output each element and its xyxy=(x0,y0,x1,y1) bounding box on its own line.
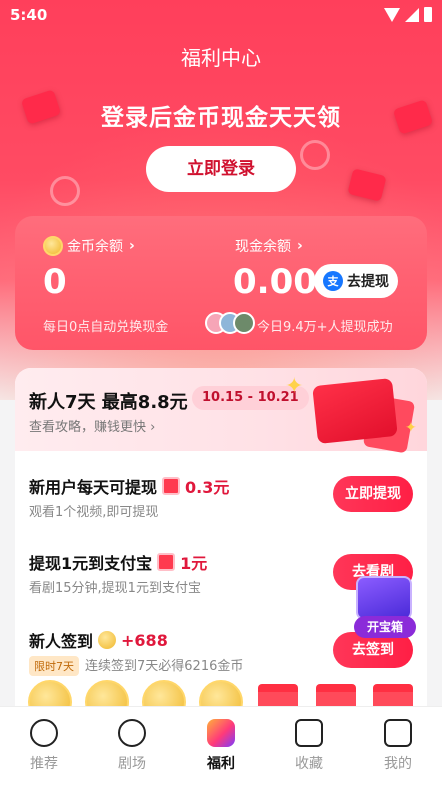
coin-balance-link[interactable]: 金币余额 › xyxy=(43,236,135,256)
bottom-tab-bar: 推荐 剧场 福利 收藏 我的 xyxy=(0,706,442,785)
coin-decoration-icon xyxy=(300,140,330,170)
task-reward: +688 xyxy=(121,630,168,650)
chevron-right-icon: › xyxy=(129,238,135,254)
tab-favorites[interactable]: 收藏 xyxy=(274,719,344,773)
coin-balance-value: 0 xyxy=(43,262,67,302)
avatar xyxy=(233,312,255,334)
coin-balance-label: 金币余额 xyxy=(67,239,123,255)
alipay-icon: 支 xyxy=(323,271,343,291)
task-title-text: 新人签到 xyxy=(29,632,94,651)
red-envelope-icon xyxy=(312,377,398,445)
chevron-right-icon: › xyxy=(297,238,303,254)
coin-decoration-icon xyxy=(50,176,80,206)
tab-recommend[interactable]: 推荐 xyxy=(9,719,79,773)
tab-theater[interactable]: 剧场 xyxy=(97,719,167,773)
sparkle-icon: ✦ xyxy=(285,374,304,399)
wifi-icon xyxy=(384,7,400,22)
page-title: 福利中心 xyxy=(181,46,261,70)
cash-balance-label: 现金余额 xyxy=(235,239,291,255)
status-icons xyxy=(384,7,432,22)
red-envelope-icon xyxy=(162,477,181,495)
signal-icon xyxy=(405,7,419,22)
planet-icon xyxy=(30,719,58,747)
sparkle-icon: ✦ xyxy=(405,420,417,436)
profile-icon xyxy=(384,719,412,747)
tab-welfare[interactable]: 福利 xyxy=(186,719,256,773)
treasure-chest-button[interactable]: 开宝箱 xyxy=(354,576,416,640)
gold-coin-icon xyxy=(43,236,63,256)
task-desc: 观看1个视频,即可提现 xyxy=(29,505,159,520)
gold-coin-icon xyxy=(98,631,117,649)
hero-headline: 登录后金币现金天天领 xyxy=(101,105,341,131)
tab-label: 我的 xyxy=(384,756,412,772)
task-title-text: 提现1元到支付宝 xyxy=(29,554,153,573)
red-envelope-icon xyxy=(157,553,176,571)
welfare-icon xyxy=(207,719,235,747)
balance-card: 金币余额 › 0 每日0点自动兑换现金 现金余额 › 0.00 支 去提现 今日… xyxy=(15,216,427,350)
task-title-text: 新用户每天可提现 xyxy=(29,478,158,497)
treasure-chest-label: 开宝箱 xyxy=(354,616,416,638)
login-button[interactable]: 立即登录 xyxy=(146,146,296,192)
bookmark-icon xyxy=(295,719,323,747)
withdraw-button[interactable]: 支 去提现 xyxy=(314,264,398,298)
newbie-banner[interactable]: 新人7天 最高8.8元 10.15 - 10.21 查看攻略，赚钱更快 › ✦ … xyxy=(15,368,427,454)
withdraw-button-label: 去提现 xyxy=(347,274,389,290)
status-time: 5:40 xyxy=(10,6,48,24)
limited-time-tag: 限时7天 xyxy=(29,656,79,676)
task-title: 新人签到 +688 xyxy=(29,628,168,652)
film-reel-icon xyxy=(118,719,146,747)
status-bar: 5:40 xyxy=(0,0,442,30)
task-desc: 看剧15分钟,提现1元到支付宝 xyxy=(29,581,201,596)
tab-label: 福利 xyxy=(207,756,235,772)
newbie-subtitle: 查看攻略，赚钱更快 xyxy=(29,420,147,435)
tab-profile[interactable]: 我的 xyxy=(363,719,433,773)
task-reward: 0.3元 xyxy=(185,478,230,497)
task-title: 新用户每天可提现 0.3元 xyxy=(29,474,229,498)
tab-label: 剧场 xyxy=(118,756,146,772)
task-card: 新人7天 最高8.8元 10.15 - 10.21 查看攻略，赚钱更快 › ✦ … xyxy=(15,368,427,728)
user-avatars xyxy=(205,312,255,334)
task-reward: 1元 xyxy=(180,554,208,573)
newbie-subtitle-link[interactable]: 查看攻略，赚钱更快 › xyxy=(29,416,155,435)
newbie-title: 新人7天 最高8.8元 xyxy=(29,392,188,413)
tab-label: 收藏 xyxy=(295,756,323,772)
task-desc: 限时7天 连续签到7天必得6216金币 xyxy=(29,655,243,676)
treasure-chest-icon xyxy=(356,576,412,620)
coin-exchange-note: 每日0点自动兑换现金 xyxy=(43,320,169,335)
withdraw-now-button[interactable]: 立即提现 xyxy=(333,476,413,512)
withdraw-success-note: 今日9.4万+人提现成功 xyxy=(257,320,393,335)
cash-balance-value: 0.00 xyxy=(233,262,317,302)
tab-label: 推荐 xyxy=(30,756,58,772)
task-title: 提现1元到支付宝 1元 xyxy=(29,550,207,574)
task-row-withdraw-daily: 新用户每天可提现 0.3元 观看1个视频,即可提现 立即提现 xyxy=(15,474,427,546)
task-desc-text: 连续签到7天必得6216金币 xyxy=(85,659,244,674)
cash-balance-link[interactable]: 现金余额 › xyxy=(235,236,303,256)
battery-icon xyxy=(424,7,432,22)
